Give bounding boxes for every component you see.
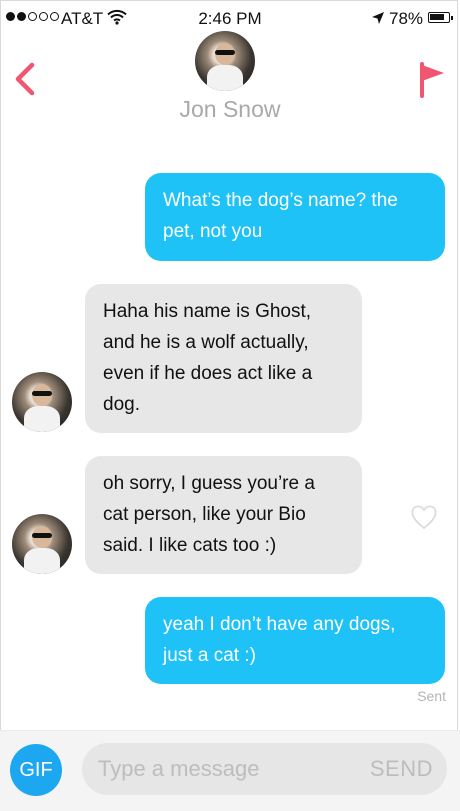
message-input-container: SEND — [82, 743, 447, 795]
sent-receipt: Sent — [417, 688, 446, 704]
message-avatar[interactable] — [12, 372, 72, 432]
battery-icon — [428, 12, 453, 23]
contact-avatar[interactable] — [195, 31, 255, 91]
gif-button[interactable]: GIF — [10, 744, 62, 796]
send-button[interactable]: SEND — [370, 756, 433, 782]
message-outgoing[interactable]: What’s the dog’s name? the pet, not you — [145, 173, 445, 261]
message-outgoing[interactable]: yeah I don’t have any dogs, just a cat :… — [145, 597, 445, 684]
message-avatar[interactable] — [12, 514, 72, 574]
heart-icon[interactable] — [410, 504, 438, 535]
message-incoming[interactable]: Haha his name is Ghost, and he is a wolf… — [85, 284, 362, 433]
location-arrow-icon — [371, 10, 385, 30]
message-incoming[interactable]: oh sorry, I guess you’re a cat person, l… — [85, 456, 362, 574]
battery-percentage: 78% — [389, 9, 424, 28]
contact-name[interactable]: Jon Snow — [0, 96, 460, 123]
message-input[interactable] — [98, 743, 348, 795]
